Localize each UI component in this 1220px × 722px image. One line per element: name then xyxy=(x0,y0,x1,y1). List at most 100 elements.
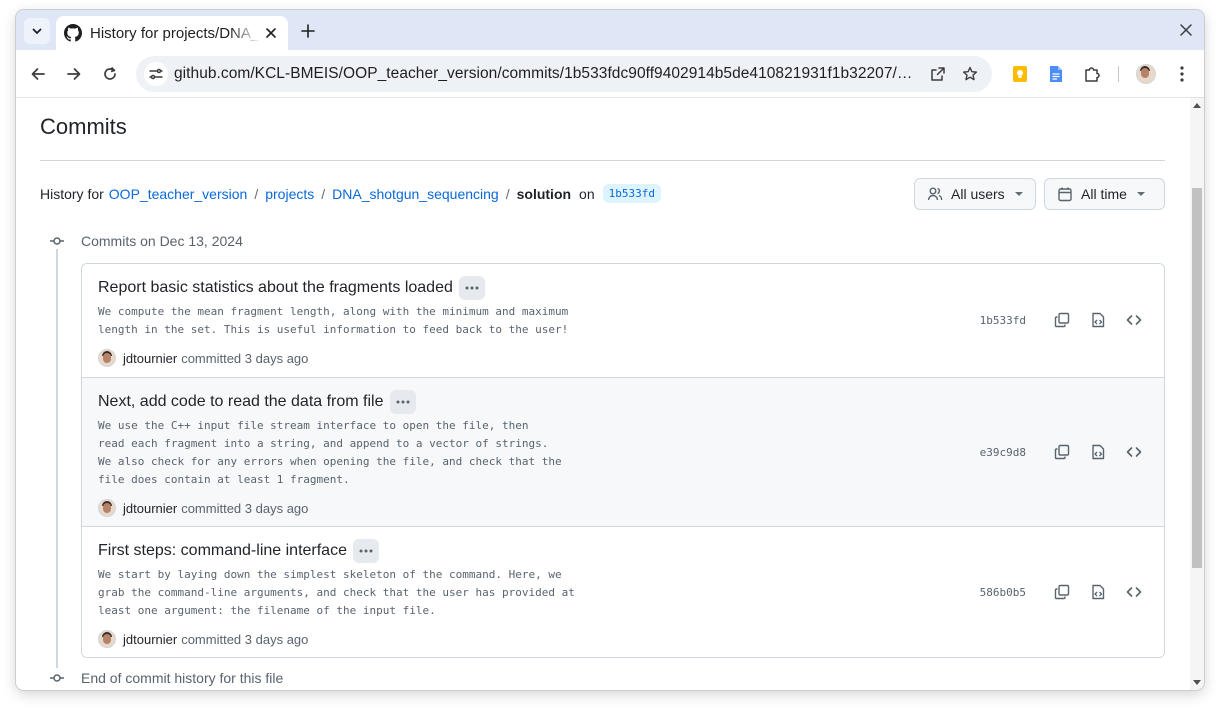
extensions-button[interactable] xyxy=(1080,62,1104,86)
commit-time: committed 3 days ago xyxy=(181,350,309,366)
commit-sha-link[interactable]: 586b0b5 xyxy=(980,586,1026,599)
keep-extension-icon xyxy=(1013,66,1027,82)
scroll-up-arrow[interactable] xyxy=(1193,103,1201,108)
kebab-menu-icon xyxy=(1180,66,1184,82)
commit-row: Report basic statistics about the fragme… xyxy=(82,264,1164,377)
ref-sha-badge[interactable]: 1b533fd xyxy=(602,184,661,203)
new-tab-button[interactable] xyxy=(298,21,318,41)
commit-actions: 1b533fd xyxy=(980,306,1148,334)
ellipsis-icon xyxy=(465,286,479,290)
commit-list: Report basic statistics about the fragme… xyxy=(81,263,1165,658)
toolbar-divider xyxy=(1118,66,1119,82)
commit-row: First steps: command-line interface We s… xyxy=(82,526,1164,657)
view-file-at-commit-button[interactable] xyxy=(1084,306,1112,334)
all-users-label: All users xyxy=(951,186,1005,202)
profile-button[interactable] xyxy=(1134,62,1158,86)
commit-time: committed 3 days ago xyxy=(181,631,309,647)
browse-repo-at-commit-button[interactable] xyxy=(1120,306,1148,334)
commit-sha-link[interactable]: 1b533fd xyxy=(980,314,1026,327)
author-avatar[interactable] xyxy=(98,630,116,648)
reload-icon xyxy=(104,66,116,80)
commit-title-row: First steps: command-line interface xyxy=(98,539,379,563)
commit-group-icon xyxy=(49,233,65,249)
commit-title-link[interactable]: Next, add code to read the data from fil… xyxy=(98,393,384,411)
timeline-line xyxy=(56,248,58,668)
code-icon xyxy=(1126,315,1142,325)
commit-title-link[interactable]: First steps: command-line interface xyxy=(98,542,347,560)
git-commit-icon xyxy=(50,237,64,245)
url-text[interactable]: github.com/KCL-BMEIS/OOP_teacher_version… xyxy=(174,65,919,83)
browser-menu-button[interactable] xyxy=(1170,62,1194,86)
reload-button[interactable] xyxy=(98,62,122,86)
arrow-right-icon xyxy=(67,68,81,80)
scroll-thumb[interactable] xyxy=(1192,188,1202,568)
commit-description: We start by laying down the simplest ske… xyxy=(98,568,575,617)
page-scrollbar[interactable] xyxy=(1190,98,1204,690)
view-file-at-commit-button[interactable] xyxy=(1084,438,1112,466)
copy-icon xyxy=(1054,444,1070,460)
commit-sha-link[interactable]: e39c9d8 xyxy=(980,446,1026,459)
breadcrumb-folder-link[interactable]: DNA_shotgun_sequencing xyxy=(332,186,499,202)
browser-toolbar: github.com/KCL-BMEIS/OOP_teacher_version… xyxy=(16,50,1204,98)
commit-description: We compute the mean fragment length, alo… xyxy=(98,305,569,336)
calendar-icon xyxy=(1058,187,1072,202)
page-title: Commits xyxy=(40,114,127,139)
extension-keep-button[interactable] xyxy=(1008,62,1032,86)
commit-title-row: Next, add code to read the data from fil… xyxy=(98,390,416,414)
open-in-app-button[interactable] xyxy=(926,62,950,86)
commit-meta: jdtournier committed 3 days ago xyxy=(98,499,308,517)
extension-docs-button[interactable] xyxy=(1044,62,1068,86)
address-bar[interactable]: github.com/KCL-BMEIS/OOP_teacher_version… xyxy=(136,56,992,92)
breadcrumb-separator: / xyxy=(505,185,510,202)
expand-description-button[interactable] xyxy=(389,390,416,414)
author-avatar[interactable] xyxy=(98,349,116,367)
commit-title-link[interactable]: Report basic statistics about the fragme… xyxy=(98,279,453,297)
file-code-icon xyxy=(1092,312,1105,328)
star-icon xyxy=(962,66,978,81)
tab-strip: History for projects/DNA_shotgun_sequenc… xyxy=(16,10,1204,50)
tune-icon xyxy=(149,68,163,80)
active-tab[interactable]: History for projects/DNA_shotgun_sequenc… xyxy=(56,16,288,50)
browse-repo-at-commit-button[interactable] xyxy=(1120,438,1148,466)
window-close-button[interactable] xyxy=(1176,20,1196,40)
tab-close-button[interactable] xyxy=(262,24,280,42)
all-users-filter-button[interactable]: All users xyxy=(914,178,1036,210)
copy-icon xyxy=(1054,584,1070,600)
commit-description: We use the C++ input file stream interfa… xyxy=(98,419,562,486)
breadcrumb-projects-link[interactable]: projects xyxy=(265,186,314,202)
author-link[interactable]: jdtournier xyxy=(123,501,177,516)
back-button[interactable] xyxy=(26,62,50,86)
commit-meta: jdtournier committed 3 days ago xyxy=(98,349,308,367)
tab-search-button[interactable] xyxy=(24,18,50,44)
github-icon xyxy=(64,24,82,42)
close-icon xyxy=(1180,24,1192,36)
copy-sha-button[interactable] xyxy=(1048,306,1076,334)
breadcrumb-current: solution xyxy=(516,185,572,202)
expand-description-button[interactable] xyxy=(352,539,379,563)
page-content: Commits History for OOP_teacher_version … xyxy=(16,98,1204,690)
author-link[interactable]: jdtournier xyxy=(123,351,177,366)
site-info-button[interactable] xyxy=(144,62,168,86)
bookmark-button[interactable] xyxy=(958,62,982,86)
scroll-down-arrow[interactable] xyxy=(1193,680,1201,685)
breadcrumb-repo-link[interactable]: OOP_teacher_version xyxy=(109,186,248,202)
copy-sha-button[interactable] xyxy=(1048,578,1076,606)
all-time-filter-button[interactable]: All time xyxy=(1044,178,1165,210)
commit-row: Next, add code to read the data from fil… xyxy=(82,377,1164,526)
browser-window: History for projects / DNA_shotgun_sequenc… xyxy=(16,10,1204,690)
copy-sha-button[interactable] xyxy=(1048,438,1076,466)
author-link[interactable]: jdtournier xyxy=(123,632,177,647)
title-divider xyxy=(40,160,1165,161)
profile-avatar xyxy=(1136,64,1156,84)
plus-icon xyxy=(301,24,315,38)
close-icon xyxy=(266,28,276,38)
copy-icon xyxy=(1054,312,1070,328)
browse-repo-at-commit-button[interactable] xyxy=(1120,578,1148,606)
commit-actions: 586b0b5 xyxy=(980,578,1148,606)
author-avatar[interactable] xyxy=(98,499,116,517)
git-commit-icon xyxy=(50,674,64,682)
forward-button[interactable] xyxy=(62,62,86,86)
view-file-at-commit-button[interactable] xyxy=(1084,578,1112,606)
breadcrumb-on-label: on xyxy=(579,185,595,202)
expand-description-button[interactable] xyxy=(458,276,485,300)
